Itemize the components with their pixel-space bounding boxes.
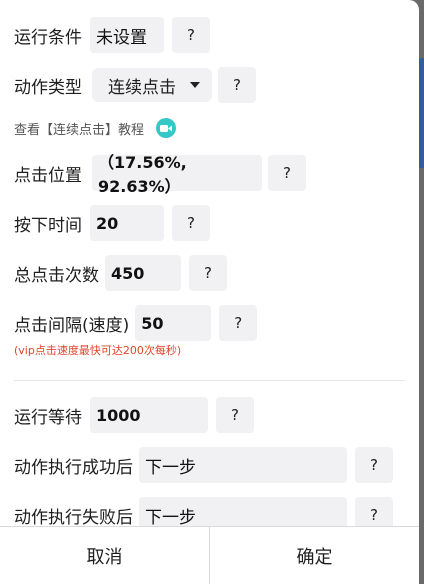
- cancel-button[interactable]: 取消: [0, 527, 209, 584]
- on-failure-label: 动作执行失败后: [14, 507, 133, 528]
- click-interval-input[interactable]: 50: [135, 305, 212, 341]
- total-clicks-help-button[interactable]: ?: [189, 255, 227, 291]
- dialog-footer: 取消 确定: [0, 526, 419, 584]
- run-condition-help-button[interactable]: ?: [172, 17, 210, 53]
- action-type-select[interactable]: 连续点击: [92, 68, 212, 102]
- click-interval-help-button[interactable]: ?: [219, 305, 258, 341]
- click-position-row: 点击位置 （17.56%, 92.63%） ?: [14, 153, 306, 196]
- action-type-label: 动作类型: [14, 77, 82, 98]
- click-position-value[interactable]: （17.56%, 92.63%）: [92, 153, 262, 196]
- tutorial-link-text: 查看【连续点击】教程: [14, 122, 145, 138]
- vip-speed-note: (vip点击速度最快可达200次每秒): [14, 344, 182, 357]
- on-success-help-button[interactable]: ?: [355, 447, 393, 483]
- run-wait-input[interactable]: 1000: [90, 397, 208, 433]
- on-success-select[interactable]: 下一步: [139, 447, 347, 483]
- total-clicks-row: 总点击次数 450 ?: [14, 255, 227, 291]
- press-time-row: 按下时间 20 ?: [14, 205, 210, 241]
- on-success-label: 动作执行成功后: [14, 457, 133, 478]
- action-type-row: 动作类型 连续点击 ?: [14, 67, 256, 103]
- caret-down-icon: [190, 82, 200, 88]
- video-camera-icon[interactable]: [156, 118, 177, 138]
- run-wait-help-button[interactable]: ?: [216, 397, 254, 433]
- section-divider: [14, 380, 405, 381]
- run-condition-row: 运行条件 未设置 ?: [14, 17, 210, 53]
- press-time-label: 按下时间: [14, 215, 82, 236]
- click-position-label: 点击位置: [14, 165, 82, 186]
- action-settings-dialog: 运行条件 未设置 ? 动作类型 连续点击 ? 查看【连续点击】教程 点击位置 （…: [0, 0, 419, 584]
- run-wait-row: 运行等待 1000 ?: [14, 397, 254, 433]
- action-type-help-button[interactable]: ?: [218, 67, 256, 103]
- total-clicks-label: 总点击次数: [14, 265, 99, 286]
- run-condition-label: 运行条件: [14, 27, 82, 48]
- click-position-help-button[interactable]: ?: [268, 155, 306, 191]
- total-clicks-input[interactable]: 450: [105, 255, 181, 291]
- run-wait-label: 运行等待: [14, 407, 82, 428]
- tutorial-link[interactable]: 查看【连续点击】教程: [14, 118, 177, 138]
- on-success-row: 动作执行成功后 下一步 ?: [14, 447, 393, 483]
- click-interval-label: 点击间隔(速度): [14, 315, 130, 336]
- press-time-help-button[interactable]: ?: [172, 205, 210, 241]
- confirm-button[interactable]: 确定: [209, 527, 419, 584]
- press-time-input[interactable]: 20: [90, 205, 164, 241]
- action-type-value: 连续点击: [108, 77, 176, 98]
- run-condition-value[interactable]: 未设置: [90, 17, 164, 53]
- click-interval-row: 点击间隔(速度) 50 ?: [14, 305, 258, 341]
